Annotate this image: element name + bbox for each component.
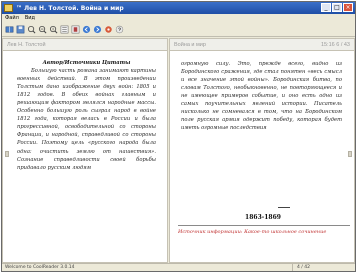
title-bar: ™ Лев Н. Толстой. Война и мир _ □ × [2,2,355,14]
source-note: Источник информации: Какое-то школьное с… [178,225,350,235]
settings-icon[interactable] [103,25,113,35]
right-page: огромную силу. Это, прежде всего, видно … [169,50,355,263]
minimize-button[interactable]: _ [321,3,331,12]
page-info: 15:16 6 / 43 [320,41,350,48]
menu-file[interactable]: Файл [2,15,22,21]
author-label: Лев Н. Толстой [7,41,46,48]
toolbar [2,23,355,37]
close-button[interactable]: × [343,3,353,12]
window-controls: _ □ × [321,3,353,12]
right-page-text: огромную силу. Это, прежде всего, видно … [181,60,342,132]
menu-view[interactable]: Вид [22,15,38,21]
date-line: 1863-1869 [245,214,281,221]
status-bar: Welcome to CoolReader 3.0.14 4 / 42 [2,263,355,271]
maximize-button[interactable]: □ [332,3,342,12]
left-page-text: Автор/Источники Цитаты Большую часть ром… [17,59,156,172]
book-title-label: Война и мир [174,41,206,48]
footnote-underline [278,207,290,208]
zoom-out-icon[interactable] [26,25,36,35]
status-message: Welcome to CoolReader 3.0.14 [5,265,75,270]
contents-icon[interactable] [59,25,69,35]
bookmark-icon[interactable] [70,25,80,35]
app-window: ™ Лев Н. Толстой. Война и мир _ □ × Файл… [1,1,356,272]
section-heading: Автор/Источники Цитаты [42,60,131,66]
left-page-nav-handle[interactable] [5,151,9,157]
left-paragraph: Большую часть романа занимают картины во… [17,68,156,171]
status-page-count: 4 / 42 [292,263,310,271]
right-page-header: Война и мир 15:16 6 / 43 [169,38,355,50]
left-page-header: Лев Н. Толстой [2,38,168,50]
left-page: Автор/Источники Цитаты Большую часть ром… [2,50,168,263]
page-header-strip: Лев Н. Толстой Война и мир 15:16 6 / 43 [2,38,355,50]
window-title: ™ Лев Н. Толстой. Война и мир [16,4,124,12]
right-paragraph: огромную силу. Это, прежде всего, видно … [181,61,342,132]
fit-icon[interactable] [48,25,58,35]
help-icon[interactable] [114,25,124,35]
zoom-in-icon[interactable] [37,25,47,35]
forward-icon[interactable] [92,25,102,35]
save-icon[interactable] [15,25,25,35]
app-icon [4,4,13,12]
back-icon[interactable] [81,25,91,35]
menu-bar: Файл Вид [2,14,355,22]
right-page-nav-handle[interactable] [348,151,352,157]
open-book-icon[interactable] [4,25,14,35]
